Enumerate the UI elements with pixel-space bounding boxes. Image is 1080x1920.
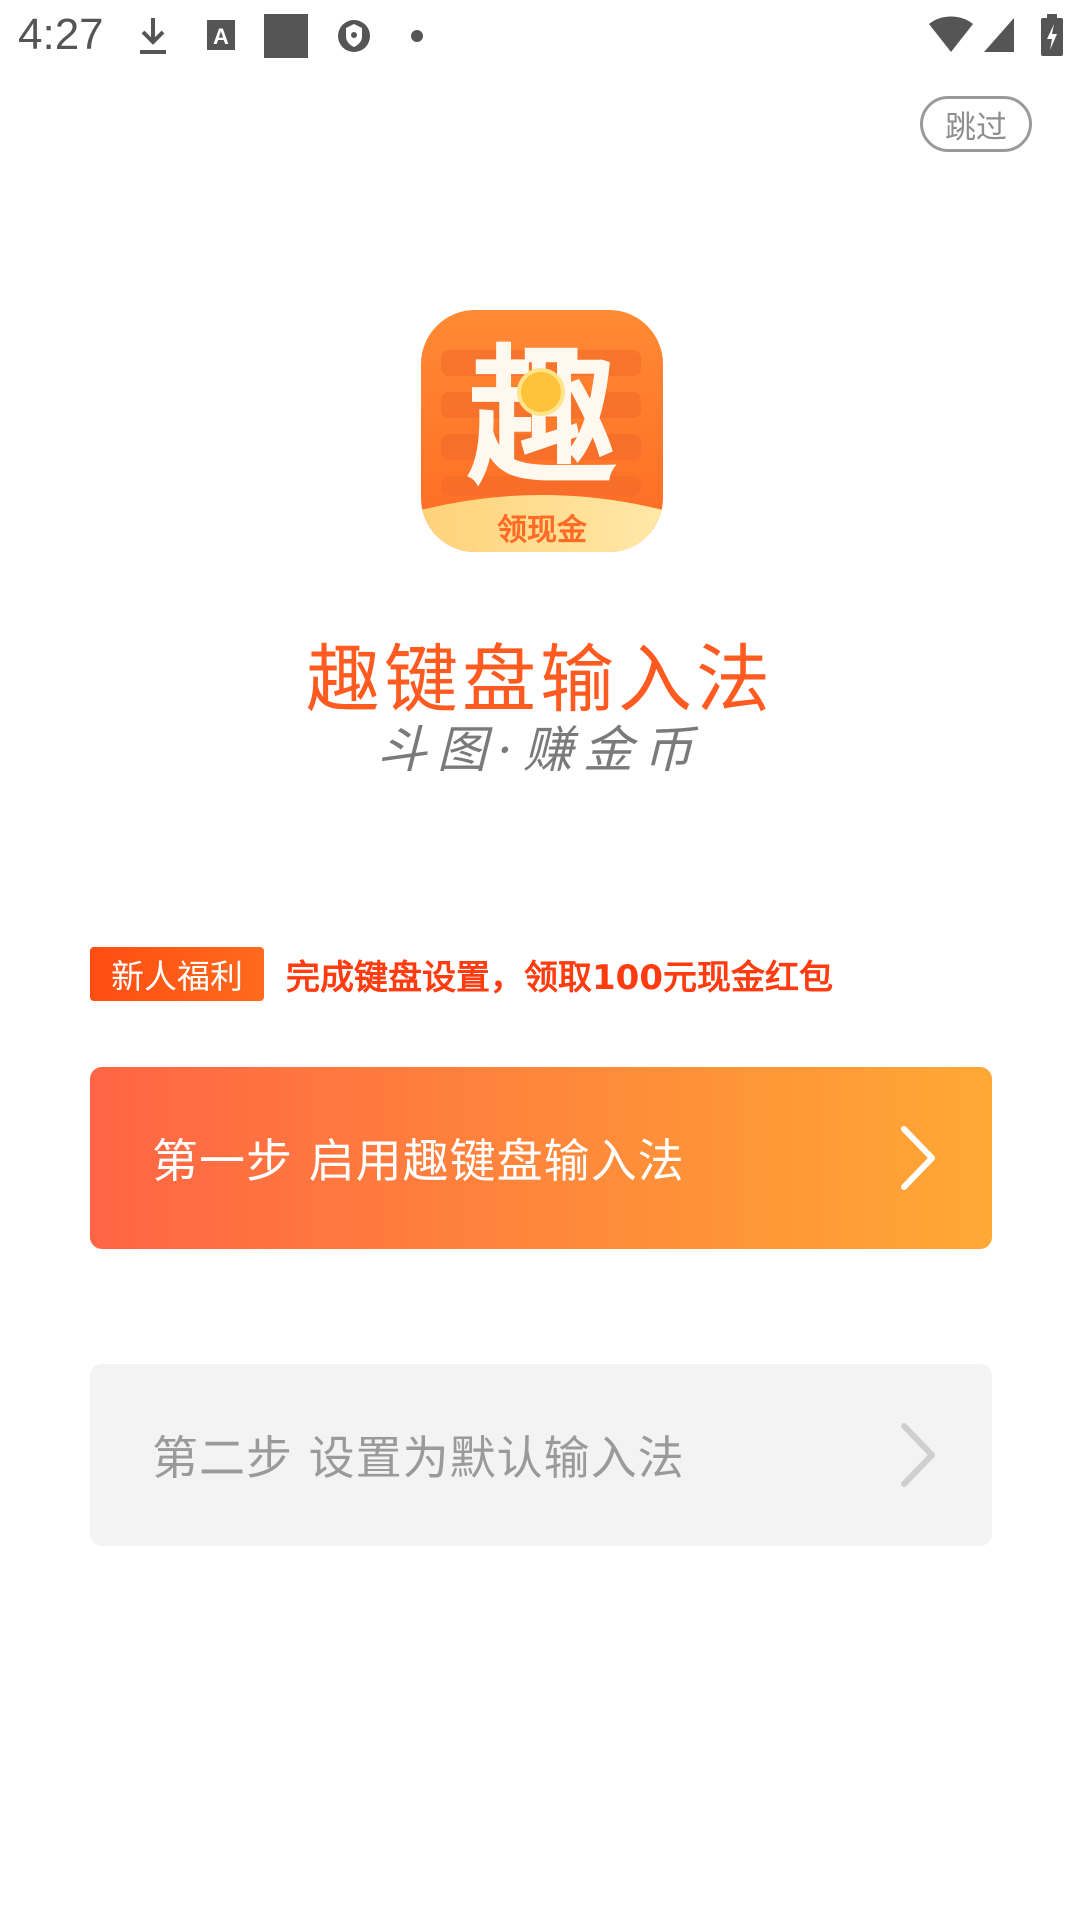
svg-text:A: A xyxy=(213,24,229,49)
shield-icon xyxy=(338,20,370,52)
onboarding-screen: 4:27 A 跳过 趣 领现金 趣键盘输入法 斗图·赚金币 新人福利 完成键盘设… xyxy=(0,0,1080,1920)
battery-charging-icon xyxy=(1041,14,1063,56)
signal-icon xyxy=(984,18,1014,52)
step-1-label: 第一步 启用趣键盘输入法 xyxy=(152,1134,685,1188)
app-slogan: 斗图·赚金币 xyxy=(377,721,703,779)
promo-badge: 新人福利 xyxy=(90,947,264,1001)
step-2-default-button[interactable]: 第二步 设置为默认输入法 xyxy=(90,1364,992,1546)
step-1-enable-button[interactable]: 第一步 启用趣键盘输入法 xyxy=(90,1067,992,1249)
chevron-right-icon xyxy=(901,1126,935,1190)
status-time: 4:27 xyxy=(18,10,104,59)
download-icon xyxy=(140,18,166,54)
logo-ribbon-text: 领现金 xyxy=(497,513,588,548)
wifi-icon xyxy=(929,16,973,52)
keyboard-a-icon: A xyxy=(207,20,235,50)
skip-button[interactable]: 跳过 xyxy=(920,96,1032,152)
step-2-label: 第二步 设置为默认输入法 xyxy=(152,1431,685,1485)
status-bar: 4:27 A xyxy=(0,0,1080,74)
square-icon xyxy=(264,14,308,58)
app-logo: 趣 领现金 xyxy=(421,310,663,552)
promo-text: 完成键盘设置，领取100元现金红包 xyxy=(286,958,833,998)
chevron-right-icon xyxy=(901,1423,935,1487)
logo-glyph: 趣 xyxy=(467,332,617,506)
dot-icon xyxy=(411,30,423,42)
